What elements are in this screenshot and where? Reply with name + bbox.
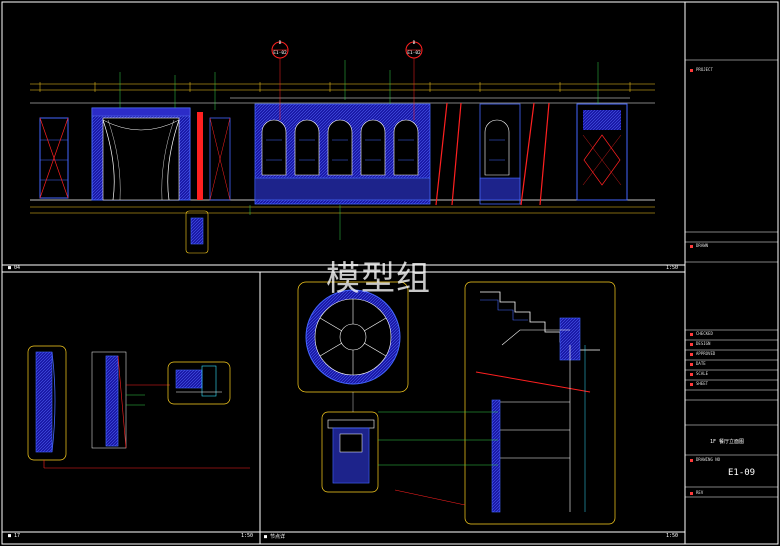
- panel-bottom-left-title: ■ 17: [8, 533, 21, 539]
- panel-top-scale: 1:50: [666, 265, 679, 271]
- panel-top-title: ■ 04: [8, 265, 21, 271]
- tb-row-approved: APPROVED: [690, 351, 778, 356]
- marker-a-top: B: [278, 41, 282, 46]
- tb-rev: REV: [690, 490, 778, 495]
- marker-a-bottom: E1-02: [273, 51, 287, 56]
- stair-section-detail: [394, 281, 616, 525]
- tb-row-date: DATE: [690, 361, 778, 366]
- drawing-title: 1F 餐厅立面图: [710, 439, 745, 445]
- circular-plan-detail: [297, 281, 410, 493]
- tb-row-checked: CHECKED: [690, 331, 778, 336]
- tb-drawing-no-label: DRAWING NO: [690, 457, 778, 462]
- panel-bottom-left-scale: 1:50: [241, 533, 254, 539]
- drawing-number: E1-09: [728, 468, 756, 478]
- watermark: 模型组: [326, 259, 431, 299]
- bottom-left-detail: [27, 345, 250, 469]
- tb-row-design: DESIGN: [690, 341, 778, 346]
- tb-row-drawn: DRAWN: [690, 243, 778, 248]
- marker-b-bottom: E1-02: [407, 51, 421, 56]
- tb-project: PROJECT: [690, 67, 778, 72]
- title-block-frame: [685, 59, 778, 498]
- top-elevation-drawing: [30, 60, 655, 254]
- tb-row-sheet: SHEET: [690, 381, 778, 386]
- panel-bottom-right-title: ■ 节点详: [264, 534, 286, 540]
- tb-row-scale: SCALE: [690, 371, 778, 376]
- marker-b-top: B: [412, 41, 416, 46]
- panel-bottom-right-scale: 1:50: [666, 533, 679, 539]
